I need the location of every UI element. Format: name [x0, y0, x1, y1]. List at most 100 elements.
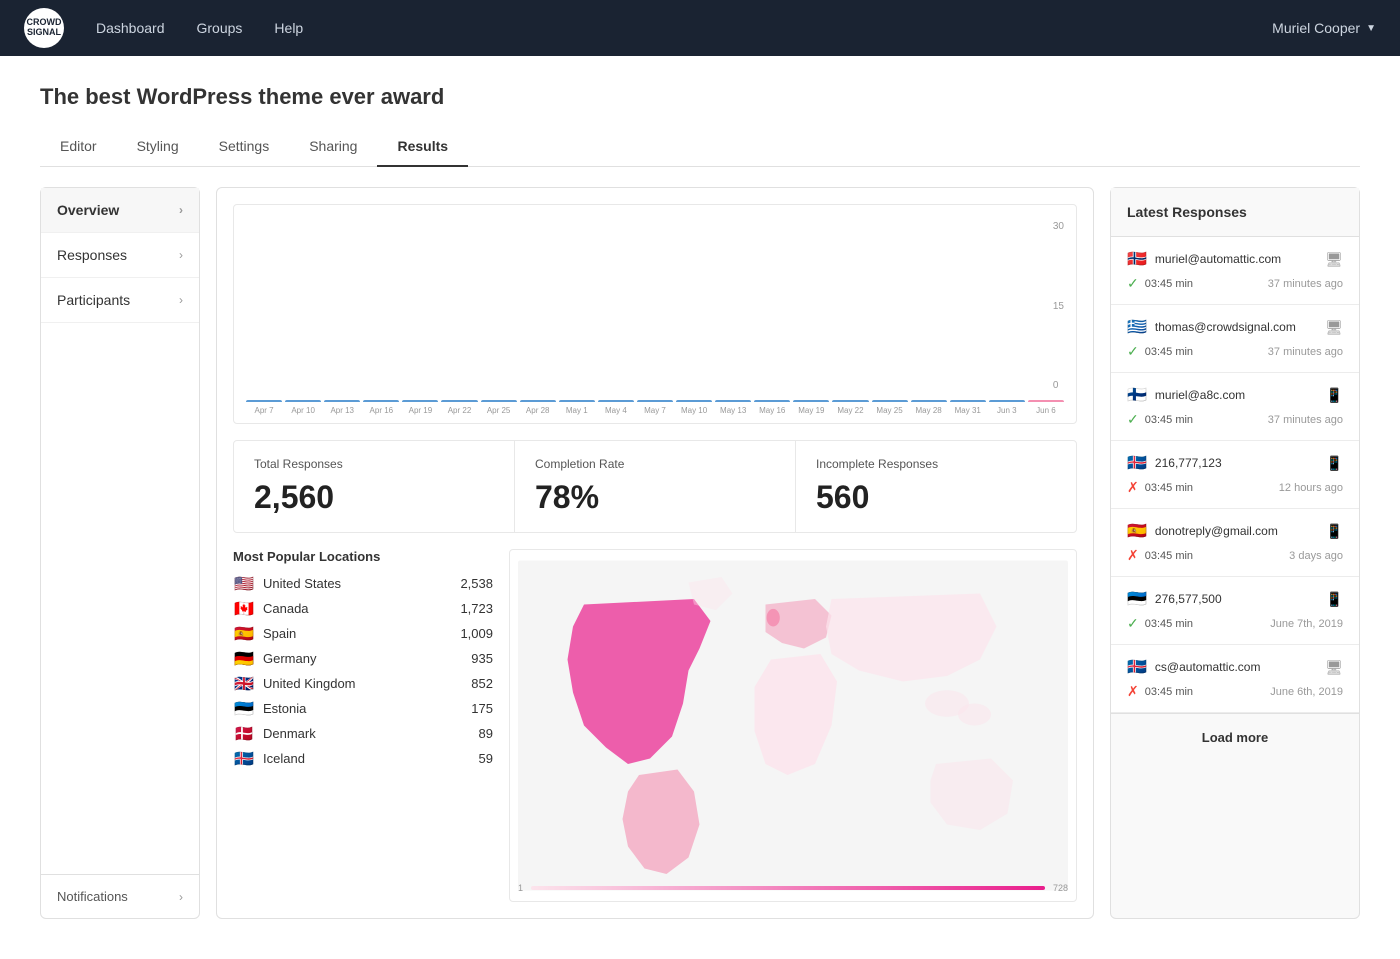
table-row: 🇳🇴 muriel@automattic.com 🖥 ✓ 03:45 min 3…: [1111, 237, 1359, 305]
total-responses-value: 2,560: [254, 479, 494, 516]
flag-icon: 🇺🇸: [233, 576, 255, 591]
location-count: 2,538: [460, 576, 493, 591]
response-ago: 12 hours ago: [1279, 482, 1343, 494]
response-ago: 37 minutes ago: [1268, 414, 1343, 426]
flag-icon: 🇩🇪: [233, 651, 255, 666]
table-row: 🇬🇷 thomas@crowdsignal.com 🖥 ✓ 03:45 min …: [1111, 305, 1359, 373]
chart-bar: [520, 400, 556, 402]
center-panel: Apr 7Apr 10Apr 13Apr 16Apr 19Apr 22Apr 2…: [216, 187, 1094, 919]
response-time: 03:45 min: [1145, 346, 1193, 358]
tab-styling[interactable]: Styling: [117, 126, 199, 166]
incomplete-value: 560: [816, 479, 1056, 516]
response-email: muriel@a8c.com: [1155, 388, 1318, 402]
map-legend: 1 728: [518, 883, 1068, 893]
nav-dashboard[interactable]: Dashboard: [96, 20, 165, 36]
chart-bar: [793, 400, 829, 402]
sidebar-responses-label: Responses: [57, 247, 127, 263]
sidebar-item-overview[interactable]: Overview ›: [41, 188, 199, 233]
sidebar-item-notifications[interactable]: Notifications ›: [41, 874, 199, 918]
chart-bar: [559, 400, 595, 402]
x-label: May 31: [950, 406, 986, 415]
sidebar-overview-label: Overview: [57, 202, 119, 218]
bar-group: [520, 400, 556, 402]
list-item: 🇬🇧 United Kingdom 852: [233, 676, 493, 691]
tab-results[interactable]: Results: [377, 126, 468, 166]
bar-group: [793, 400, 829, 402]
x-circle-icon: ✗: [1127, 547, 1139, 564]
nav-help[interactable]: Help: [274, 20, 303, 36]
chart-bar: [441, 400, 477, 402]
bar-group: [441, 400, 477, 402]
load-more-button[interactable]: Load more: [1111, 713, 1359, 761]
chevron-right-icon: ›: [179, 203, 183, 217]
list-item: 🇪🇸 Spain 1,009: [233, 626, 493, 641]
bar-group: [324, 400, 360, 402]
table-row: 🇪🇸 donotreply@gmail.com 📱 ✗ 03:45 min 3 …: [1111, 509, 1359, 577]
stat-incomplete: Incomplete Responses 560: [796, 441, 1076, 532]
response-email: 276,577,500: [1155, 592, 1318, 606]
sidebar-item-responses[interactable]: Responses ›: [41, 233, 199, 278]
chart-bar: [402, 400, 438, 402]
tab-editor[interactable]: Editor: [40, 126, 117, 166]
logo-text: CROWD SIGNAL: [24, 18, 64, 38]
chevron-right-icon: ›: [179, 293, 183, 307]
flag-icon: 🇳🇴: [1127, 249, 1147, 269]
response-ago: 37 minutes ago: [1268, 278, 1343, 290]
flag-icon: 🇪🇪: [233, 701, 255, 716]
chart-x-labels: Apr 7Apr 10Apr 13Apr 16Apr 19Apr 22Apr 2…: [246, 406, 1064, 415]
page: The best WordPress theme ever award Edit…: [0, 56, 1400, 959]
x-label: May 1: [559, 406, 595, 415]
y-label-15: 15: [1053, 301, 1064, 312]
tab-sharing[interactable]: Sharing: [289, 126, 377, 166]
legend-gradient-bar: [531, 886, 1045, 890]
user-menu[interactable]: Muriel Cooper ▼: [1272, 20, 1376, 36]
location-name: Iceland: [263, 751, 471, 766]
x-label: Apr 10: [285, 406, 321, 415]
device-icon: 📱: [1326, 591, 1343, 608]
response-list: 🇳🇴 muriel@automattic.com 🖥 ✓ 03:45 min 3…: [1111, 237, 1359, 713]
check-circle-icon: ✓: [1127, 275, 1139, 292]
nav-groups[interactable]: Groups: [197, 20, 243, 36]
location-name: United Kingdom: [263, 676, 463, 691]
main-content: Overview › Responses › Participants › No…: [40, 187, 1360, 919]
total-responses-label: Total Responses: [254, 457, 494, 471]
sidebar-item-participants[interactable]: Participants ›: [41, 278, 199, 323]
user-name: Muriel Cooper: [1272, 20, 1360, 36]
navbar: CROWD SIGNAL Dashboard Groups Help Murie…: [0, 0, 1400, 56]
legend-max: 728: [1053, 883, 1068, 893]
chart-bar: [989, 400, 1025, 402]
flag-icon: 🇬🇧: [233, 676, 255, 691]
table-row: 🇫🇮 muriel@a8c.com 📱 ✓ 03:45 min 37 minut…: [1111, 373, 1359, 441]
location-count: 1,723: [460, 601, 493, 616]
response-ago: June 6th, 2019: [1270, 686, 1343, 698]
x-label: May 7: [637, 406, 673, 415]
logo[interactable]: CROWD SIGNAL: [24, 8, 64, 48]
location-count: 935: [471, 651, 493, 666]
bar-group: [832, 400, 868, 402]
bar-group: [481, 400, 517, 402]
sidebar-participants-label: Participants: [57, 292, 130, 308]
chart-bar: [481, 400, 517, 402]
legend-min: 1: [518, 883, 523, 893]
tab-settings[interactable]: Settings: [199, 126, 290, 166]
response-time: 03:45 min: [1145, 686, 1193, 698]
location-name: United States: [263, 576, 452, 591]
bar-group: [598, 400, 634, 402]
list-item: 🇨🇦 Canada 1,723: [233, 601, 493, 616]
chevron-right-icon: ›: [179, 248, 183, 262]
flag-icon: 🇮🇸: [1127, 453, 1147, 473]
x-circle-icon: ✗: [1127, 683, 1139, 700]
locations-rows: 🇺🇸 United States 2,538 🇨🇦 Canada 1,723 🇪…: [233, 576, 493, 766]
chart-bar: [911, 400, 947, 402]
bar-group: [246, 400, 282, 402]
device-icon: 📱: [1326, 523, 1343, 540]
device-icon: 📱: [1326, 455, 1343, 472]
chevron-right-icon: ›: [179, 890, 183, 904]
device-icon: 🖥: [1325, 251, 1343, 268]
flag-icon: 🇮🇸: [233, 751, 255, 766]
locations-section: Most Popular Locations 🇺🇸 United States …: [233, 549, 1077, 902]
list-item: 🇺🇸 United States 2,538: [233, 576, 493, 591]
response-email: thomas@crowdsignal.com: [1155, 320, 1317, 334]
y-label-0: 0: [1053, 380, 1064, 391]
notifications-label: Notifications: [57, 889, 128, 904]
